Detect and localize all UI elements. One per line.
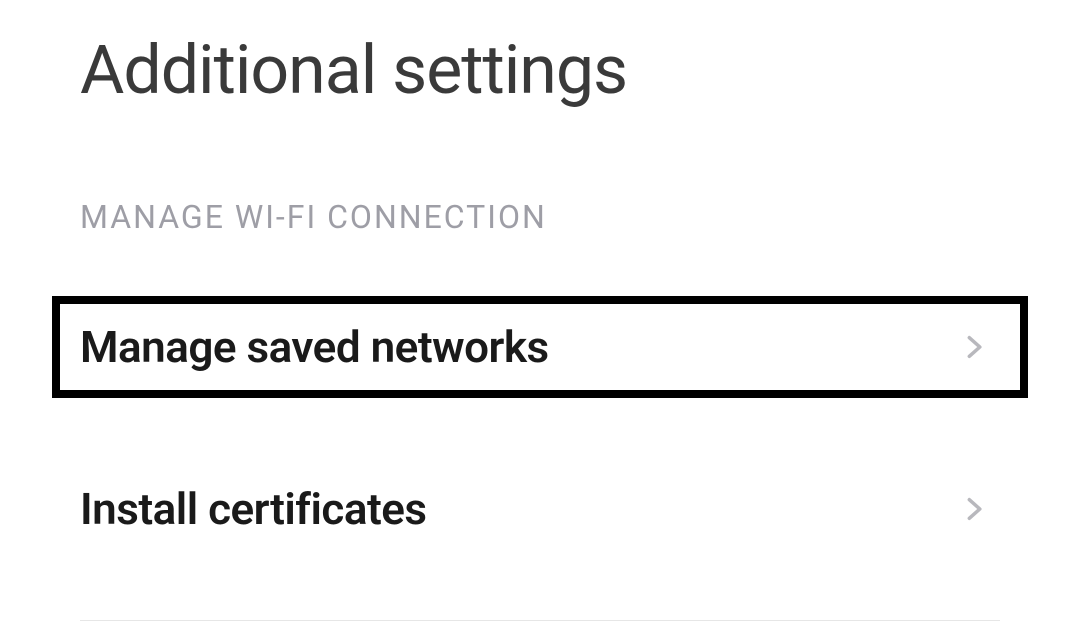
chevron-right-icon xyxy=(960,333,988,361)
install-certificates-label: Install certificates xyxy=(80,483,427,535)
manage-saved-networks-item[interactable]: Manage saved networks xyxy=(52,296,1028,398)
chevron-right-icon xyxy=(960,495,988,523)
section-header-wifi: MANAGE WI-FI CONNECTION xyxy=(0,110,1080,236)
page-title: Additional settings xyxy=(0,0,1080,110)
install-certificates-item[interactable]: Install certificates xyxy=(52,458,1028,560)
divider xyxy=(80,620,1000,621)
manage-saved-networks-label: Manage saved networks xyxy=(80,321,549,373)
